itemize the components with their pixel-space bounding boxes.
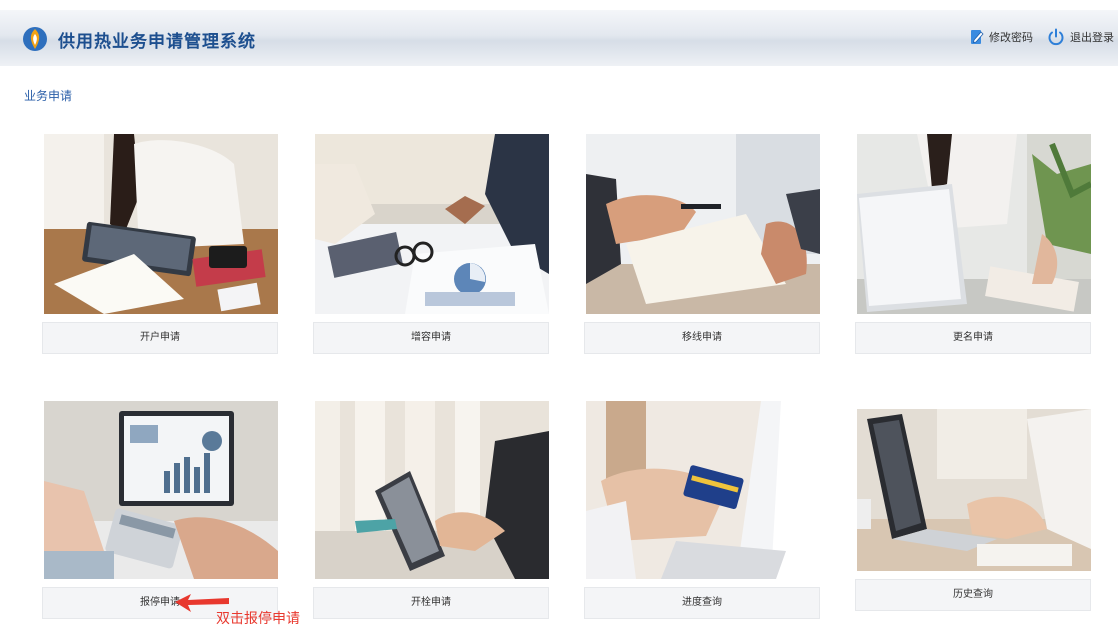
- logout-button[interactable]: 退出登录: [1047, 28, 1114, 46]
- card-label: 历史查询: [855, 579, 1091, 611]
- photo-laptop-tablet-woman: [857, 134, 1091, 314]
- photo-tablet-stand-hand: [315, 401, 549, 579]
- card-label: 增容申请: [313, 322, 549, 354]
- change-password-button[interactable]: 修改密码: [970, 29, 1033, 45]
- photo-calculator-charts: [44, 401, 278, 579]
- breadcrumb: 业务申请: [24, 89, 73, 103]
- edit-icon: [970, 29, 984, 45]
- card-label: 进度查询: [584, 587, 820, 619]
- photo-handshake-document: [586, 134, 820, 314]
- power-icon: [1047, 28, 1065, 46]
- card-label: 更名申请: [855, 322, 1091, 354]
- app-logo-icon: [22, 26, 48, 52]
- annotation-hint: 双击报停申请: [216, 611, 300, 627]
- app-title: 供用热业务申请管理系统: [58, 32, 256, 52]
- photo-notebook-tablet-desk: [44, 134, 278, 314]
- logout-label: 退出登录: [1070, 31, 1114, 44]
- app-header: 供用热业务申请管理系统 修改密码 退出登录: [0, 10, 1118, 66]
- photo-credit-card-laptop: [586, 401, 820, 579]
- card-label: 移线申请: [584, 322, 820, 354]
- change-password-label: 修改密码: [989, 31, 1033, 44]
- photo-laptop-typing-desk: [857, 409, 1091, 571]
- card-label: 开户申请: [42, 322, 278, 354]
- card-label: 开栓申请: [313, 587, 549, 619]
- photo-business-documents-pens: [315, 134, 549, 314]
